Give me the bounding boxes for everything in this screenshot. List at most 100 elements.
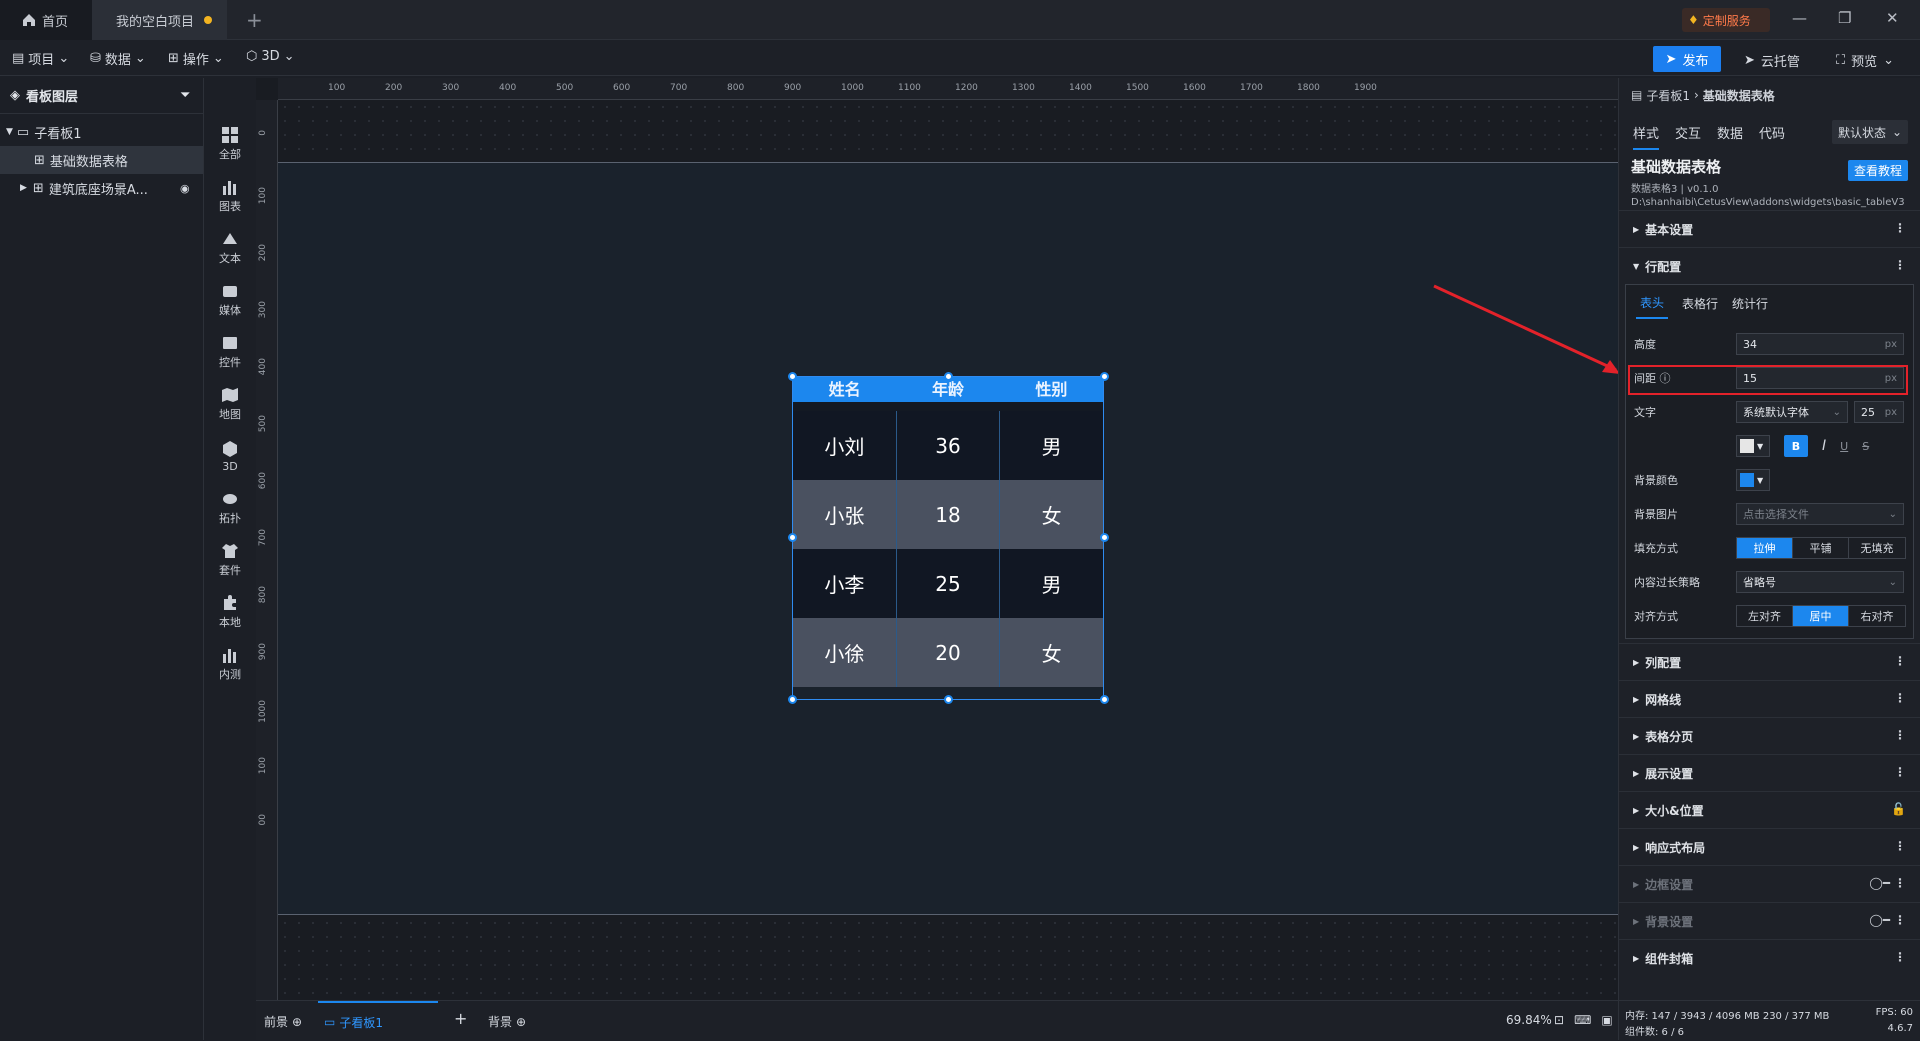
back-layer-tab[interactable]: 背景 ⊕ xyxy=(488,1013,526,1030)
subtab-stats[interactable]: 统计行 xyxy=(1732,295,1768,312)
overflow-select[interactable]: 省略号 ⌄ xyxy=(1736,571,1904,593)
tab-data[interactable]: 数据 xyxy=(1717,123,1743,142)
bg-image-select[interactable]: 点击选择文件 ⌄ xyxy=(1736,503,1904,525)
subtab-rows[interactable]: 表格行 xyxy=(1682,295,1718,312)
add-tab-icon[interactable]: + xyxy=(246,8,263,32)
operate-menu[interactable]: ⊞ 操作 ⌄ xyxy=(168,49,224,68)
section-background[interactable]: ▶ 背景设置 ◯━ ⋮ xyxy=(1619,902,1920,939)
fill-none[interactable]: 无填充 xyxy=(1849,538,1905,558)
add-board-icon[interactable]: + xyxy=(454,1009,467,1028)
section-pagination[interactable]: ▶ 表格分页 ⋮ xyxy=(1619,717,1920,754)
align-right[interactable]: 右对齐 xyxy=(1849,606,1905,626)
tab-interaction[interactable]: 交互 xyxy=(1675,123,1701,142)
section-package[interactable]: ▶ 组件封箱 ⋮ xyxy=(1619,939,1920,976)
component-3d[interactable]: 3D xyxy=(204,430,256,482)
publish-button[interactable]: ➤ 发布 xyxy=(1653,46,1721,72)
add-circle-icon[interactable]: ⊕ xyxy=(516,1015,526,1029)
close-icon[interactable]: ✕ xyxy=(1886,9,1899,27)
section-display[interactable]: ▶ 展示设置 ⋮ xyxy=(1619,754,1920,791)
more-icon[interactable]: ⋮ xyxy=(1894,876,1906,890)
fill-tile[interactable]: 平铺 xyxy=(1793,538,1849,558)
toggle-icon[interactable]: ◯━ xyxy=(1869,913,1890,927)
custom-service-button[interactable]: ♦ 定制服务 xyxy=(1682,8,1770,32)
component-topology[interactable]: 拓扑 xyxy=(204,482,256,534)
section-columns[interactable]: ▶ 列配置 ⋮ xyxy=(1619,643,1920,680)
italic-icon[interactable]: I xyxy=(1822,438,1826,454)
font-select[interactable]: 系统默认字体 ⌄ xyxy=(1736,401,1848,423)
terminal-icon[interactable]: ▣ xyxy=(1601,1013,1612,1027)
lock-icon[interactable]: 🔓 xyxy=(1891,802,1906,816)
text-color-picker[interactable]: ▼ xyxy=(1736,435,1770,457)
restore-icon[interactable]: ❐ xyxy=(1838,9,1851,27)
keyboard-icon[interactable]: ⌨ xyxy=(1574,1013,1591,1027)
section-gridlines[interactable]: ▶ 网格线 ⋮ xyxy=(1619,680,1920,717)
component-local[interactable]: 本地 xyxy=(204,586,256,638)
minimize-icon[interactable]: — xyxy=(1792,9,1807,27)
resize-handle[interactable] xyxy=(788,372,797,381)
layer-board[interactable]: ▼ ▭ 子看板1 xyxy=(0,118,203,146)
section-responsive[interactable]: ▶ 响应式布局 ⋮ xyxy=(1619,828,1920,865)
component-beta[interactable]: 内测 xyxy=(204,638,256,690)
section-border[interactable]: ▶ 边框设置 ◯━ ⋮ xyxy=(1619,865,1920,902)
component-all[interactable]: 全部 xyxy=(204,118,256,170)
data-table-widget[interactable]: 姓名 年龄 性别 小刘 36 男 小张 18 女 小李 25 男 小徐 20 女 xyxy=(792,376,1104,700)
filter-icon[interactable]: ⏷ xyxy=(180,88,190,103)
board-tab[interactable]: ▭ 子看板1 xyxy=(318,1001,438,1041)
resize-handle[interactable] xyxy=(1100,372,1109,381)
add-circle-icon[interactable]: ⊕ xyxy=(292,1015,302,1029)
bg-color-picker[interactable]: ▼ xyxy=(1736,469,1770,491)
resize-handle[interactable] xyxy=(788,695,797,704)
section-row[interactable]: ▼ 行配置 ⋮ xyxy=(1619,247,1920,284)
more-icon[interactable]: ⋮ xyxy=(1894,765,1906,779)
project-menu[interactable]: ▤ 项目 ⌄ xyxy=(12,49,69,68)
strikethrough-icon[interactable]: S xyxy=(1862,440,1869,453)
height-input[interactable]: 34 px xyxy=(1736,333,1904,355)
more-icon[interactable]: ⋮ xyxy=(1894,221,1906,235)
align-left[interactable]: 左对齐 xyxy=(1737,606,1793,626)
cloud-button[interactable]: ➤ 云托管 xyxy=(1744,51,1800,70)
resize-handle[interactable] xyxy=(1100,533,1109,542)
tab-code[interactable]: 代码 xyxy=(1759,123,1785,142)
align-center[interactable]: 居中 xyxy=(1793,606,1849,626)
component-chart[interactable]: 图表 xyxy=(204,170,256,222)
more-icon[interactable]: ⋮ xyxy=(1894,839,1906,853)
3d-menu[interactable]: ⬡ 3D ⌄ xyxy=(246,49,295,64)
fit-screen-icon[interactable]: ⊡ xyxy=(1554,1013,1564,1027)
underline-icon[interactable]: U xyxy=(1840,440,1848,453)
zoom-level[interactable]: 69.84% xyxy=(1506,1013,1552,1027)
font-size-input[interactable]: 25 px xyxy=(1854,401,1904,423)
state-select[interactable]: 默认状态 ⌄ xyxy=(1832,120,1908,144)
layer-item-table[interactable]: ⊞ 基础数据表格 xyxy=(0,146,203,174)
breadcrumb-board[interactable]: 子看板1 xyxy=(1646,87,1690,104)
resize-handle[interactable] xyxy=(944,372,953,381)
tab-style[interactable]: 样式 xyxy=(1633,123,1660,150)
component-media[interactable]: 媒体 xyxy=(204,274,256,326)
tab-project[interactable]: 我的空白项目 xyxy=(92,0,227,40)
resize-handle[interactable] xyxy=(1100,695,1109,704)
more-icon[interactable]: ⋮ xyxy=(1894,913,1906,927)
resize-handle[interactable] xyxy=(944,695,953,704)
section-basic[interactable]: ▶ 基本设置 ⋮ xyxy=(1619,210,1920,247)
toggle-icon[interactable]: ◯━ xyxy=(1869,876,1890,890)
more-icon[interactable]: ⋮ xyxy=(1894,950,1906,964)
more-icon[interactable]: ⋮ xyxy=(1894,258,1906,272)
layer-item-scene[interactable]: ▶ ⊞ 建筑底座场景A... ◉ xyxy=(0,174,203,202)
eye-off-icon[interactable]: ◉ xyxy=(180,182,190,195)
more-icon[interactable]: ⋮ xyxy=(1894,654,1906,668)
component-control[interactable]: 控件 xyxy=(204,326,256,378)
resize-handle[interactable] xyxy=(788,533,797,542)
data-menu[interactable]: ⛁ 数据 ⌄ xyxy=(90,49,146,68)
component-suite[interactable]: 套件 xyxy=(204,534,256,586)
tab-home[interactable]: 首页 xyxy=(0,0,92,40)
section-size-position[interactable]: ▶ 大小&位置 🔓 xyxy=(1619,791,1920,828)
fill-stretch[interactable]: 拉伸 xyxy=(1737,538,1793,558)
preview-button[interactable]: ⛶ 预览 ⌄ xyxy=(1836,51,1894,70)
subtab-header[interactable]: 表头 xyxy=(1636,288,1669,319)
tutorial-button[interactable]: 查看教程 xyxy=(1847,160,1908,181)
component-text[interactable]: 文本 xyxy=(204,222,256,274)
more-icon[interactable]: ⋮ xyxy=(1894,728,1906,742)
front-layer-tab[interactable]: 前景 ⊕ xyxy=(264,1013,302,1030)
more-icon[interactable]: ⋮ xyxy=(1894,691,1906,705)
bold-icon[interactable]: B xyxy=(1784,435,1808,457)
component-map[interactable]: 地图 xyxy=(204,378,256,430)
